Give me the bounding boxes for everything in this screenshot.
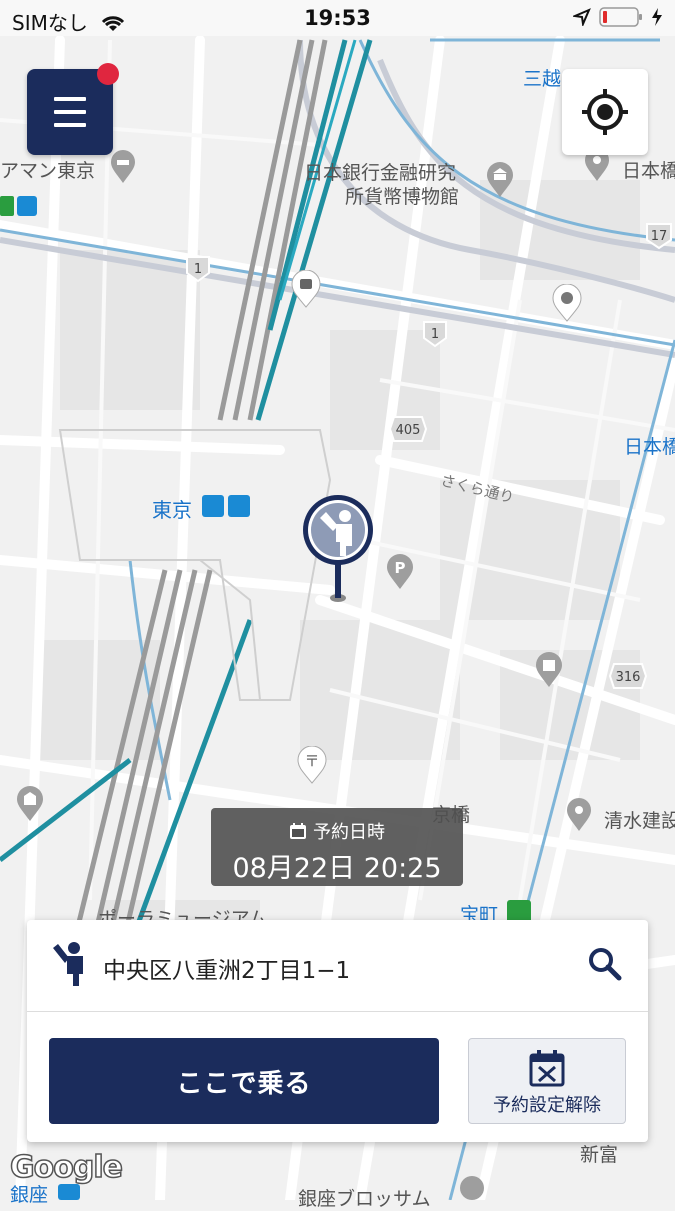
hamburger-icon (54, 97, 86, 101)
calendar-icon (290, 823, 306, 839)
bus-poi-icon (291, 270, 321, 308)
current-location-button[interactable] (562, 69, 648, 155)
ginza-metro-icon (58, 1184, 80, 1200)
train-icon (228, 495, 250, 517)
route-shield-1a: 1 (186, 256, 210, 283)
museum-poi-icon (487, 162, 513, 197)
jr-line-icon (0, 196, 14, 216)
calendar-x-icon (529, 1050, 565, 1087)
route-shield-1a-label: 1 (194, 262, 202, 277)
map-label-mandarin: アマン東京 (0, 160, 96, 182)
school-poi-icon (536, 652, 562, 687)
reservation-time-box: 予約日時 08月22日 20:25 (211, 808, 463, 886)
train-icon (17, 196, 37, 216)
hail-person-icon (53, 942, 83, 986)
atm-poi-icon: 〒 (297, 746, 327, 784)
map-label-mitsukoshi: 三越 (523, 68, 562, 90)
status-right (573, 7, 663, 27)
map-label-nihonbashi-mid: 日本橋 (624, 436, 675, 458)
search-icon[interactable] (587, 946, 623, 982)
reservation-label-row: 予約日時 (211, 818, 463, 844)
battery-low-icon (599, 7, 642, 27)
svg-text:P: P (395, 559, 406, 577)
route-shield-316: 316 (608, 663, 648, 689)
pickup-address: 中央区八重洲2丁目1−1 (103, 958, 351, 984)
shrine-poi-icon (17, 786, 43, 821)
police-poi-icon (552, 284, 582, 322)
parking-poi-icon: P (387, 554, 413, 589)
route-shield-405-label: 405 (396, 423, 421, 438)
hotel-poi-icon (111, 150, 135, 183)
route-shield-316-label: 316 (616, 670, 641, 685)
notification-badge (97, 63, 119, 85)
hamburger-icon-line (54, 110, 86, 114)
status-bar: SIMなし 19:53 (0, 0, 675, 36)
route-shield-17-label: 17 (651, 229, 668, 244)
tokyo-station-badges (202, 495, 250, 517)
cancel-reservation-label: 予約設定解除 (493, 1095, 601, 1116)
metro-icon (202, 495, 224, 517)
location-arrow-icon (573, 8, 591, 26)
station-badges-left (0, 196, 37, 216)
hamburger-icon-line (54, 123, 86, 127)
map-label-boj-museum-1: 日本銀行金融研究 (304, 162, 457, 184)
map-label-tokyo-station: 東京 (152, 498, 192, 522)
reservation-label: 予約日時 (313, 822, 385, 843)
map-label-shimizu: 清水建設 (604, 810, 675, 832)
svg-text:〒: 〒 (304, 752, 319, 770)
map-label-boj-museum-2: 所貨幣博物館 (345, 186, 460, 208)
route-shield-1b-label: 1 (431, 327, 439, 342)
route-shield-17: 17 (646, 223, 672, 250)
ride-here-button[interactable]: ここで乗る (49, 1038, 439, 1124)
menu-button[interactable] (27, 63, 119, 155)
reservation-datetime: 08月22日 20:25 (232, 853, 442, 884)
pickup-pin-icon[interactable] (300, 494, 376, 606)
route-shield-1b: 1 (423, 321, 447, 348)
route-shield-405: 405 (388, 416, 428, 442)
pickup-panel: 中央区八重洲2丁目1−1 ここで乗る 予約設定解除 (27, 920, 648, 1142)
google-logo: Google (9, 1149, 123, 1186)
map-label-nihonbashi-top: 日本橋 (622, 160, 675, 182)
address-row[interactable]: 中央区八重洲2丁目1−1 (27, 920, 648, 1012)
location-poi-icon (567, 798, 591, 831)
poi-bottom-icon (460, 1176, 484, 1200)
crosshair-icon (582, 89, 628, 135)
map-label-ginza-brossom: 銀座ブロッサム (298, 1188, 431, 1210)
charging-bolt-icon (652, 8, 662, 26)
cancel-reservation-button[interactable]: 予約設定解除 (468, 1038, 626, 1124)
map-label-shintomi: 新富 (580, 1144, 619, 1166)
